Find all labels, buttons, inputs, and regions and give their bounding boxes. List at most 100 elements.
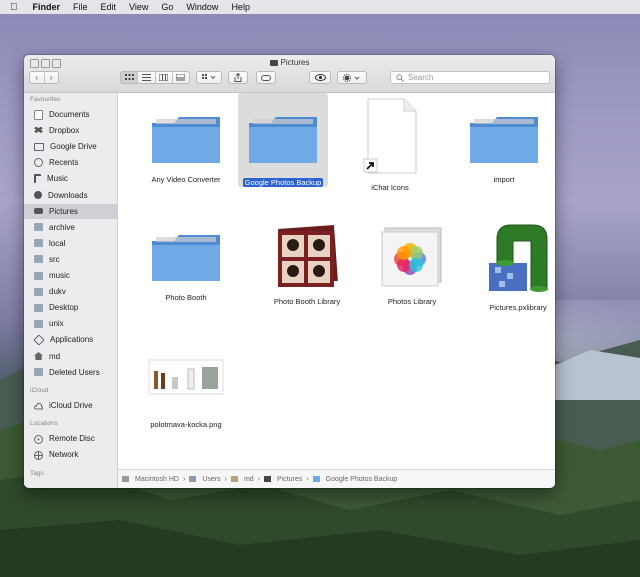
gallery-view-button[interactable] (173, 72, 189, 83)
camera-icon (34, 208, 43, 215)
gear-chevron-icon (343, 73, 360, 82)
menu-help[interactable]: Help (231, 2, 250, 12)
file-item-google-photos-backup[interactable]: Google Photos Backup (229, 111, 337, 190)
sidebar-item-md[interactable]: md (24, 349, 117, 364)
menu-view[interactable]: View (129, 2, 148, 12)
folder-icon (34, 368, 43, 377)
file-item-ichat-icons[interactable]: iChat Icons (336, 97, 444, 192)
sidebar-item-label: music (49, 271, 70, 280)
folder-icon (269, 60, 278, 66)
file-label: polotmava-kocka.png (150, 420, 222, 429)
globe-icon (34, 450, 43, 460)
file-item-pictures-pxlibrary[interactable]: Pictures.pxlibrary (464, 219, 555, 312)
sidebar-item-pictures[interactable]: Pictures (24, 203, 117, 219)
search-placeholder: Search (408, 73, 434, 82)
file-label: import (493, 175, 515, 184)
gallery-icon (176, 74, 186, 81)
sidebar-item-label: archive (49, 222, 75, 232)
sidebar-item-label: Recents (49, 158, 79, 168)
file-item-polotmava-kocka[interactable]: polotmava-kocka.png (132, 359, 240, 429)
search-icon (396, 73, 404, 82)
action-button[interactable] (337, 71, 367, 84)
share-button[interactable] (228, 71, 248, 84)
path-segment[interactable]: Google Photos Backup (312, 476, 397, 483)
sidebar-item-label: Google Drive (50, 142, 97, 152)
sidebar-item-archive[interactable]: archive (24, 220, 117, 235)
tag-icon (261, 74, 271, 81)
sidebar-item-local[interactable]: local (24, 236, 117, 251)
path-segment[interactable]: Macintosh HD (122, 476, 179, 483)
sidebar-item-deleted-users[interactable]: Deleted Users (24, 365, 117, 380)
menu-edit[interactable]: Edit (101, 2, 117, 12)
group-by-button[interactable] (196, 71, 222, 84)
sidebar-item-icloud-drive[interactable]: iCloud Drive (24, 398, 117, 413)
tag-button[interactable] (256, 71, 276, 84)
forward-button[interactable]: › (45, 72, 59, 83)
sidebar-item-unix[interactable]: unix (24, 316, 117, 331)
folder-icon (34, 319, 43, 328)
clock-icon (34, 158, 43, 168)
sidebar-item-src[interactable]: src (24, 252, 117, 267)
quick-look-button[interactable] (309, 71, 331, 84)
folder-icon (470, 117, 538, 163)
menu-file[interactable]: File (73, 2, 88, 12)
sidebar-item-desktop[interactable]: Desktop (24, 300, 117, 315)
file-label[interactable]: Google Photos Backup (242, 178, 324, 187)
folder-icon (189, 476, 197, 482)
path-separator: › (224, 476, 227, 483)
sidebar-item-downloads[interactable]: Downloads (24, 188, 117, 203)
sidebar-item-music[interactable]: music (24, 268, 117, 283)
folder-icon (249, 117, 317, 163)
sidebar-item-label: dukv (49, 287, 66, 297)
sidebar-item-remote-disc[interactable]: Remote Disc (24, 431, 117, 446)
sidebar-item-label: Remote Disc (49, 434, 95, 443)
sidebar-item-google-drive[interactable]: Google Drive (24, 139, 117, 154)
back-button[interactable]: ‹ (30, 72, 45, 83)
menu-window[interactable]: Window (186, 2, 218, 12)
sidebar-item-documents[interactable]: Documents (24, 107, 117, 122)
sidebar-item-label: Desktop (49, 303, 79, 313)
file-item-any-video-converter[interactable]: Any Video Converter (132, 111, 240, 184)
file-label: iChat Icons (371, 183, 409, 192)
list-view-button[interactable] (138, 72, 156, 83)
sidebar-item-label: Music (47, 174, 68, 184)
path-segment[interactable]: md (230, 476, 254, 483)
icon-view-button[interactable] (121, 72, 139, 83)
home-icon (34, 352, 43, 360)
path-segment[interactable]: Users (189, 476, 221, 483)
sidebar-item-dukv[interactable]: dukv (24, 284, 117, 299)
file-item-import[interactable]: import (450, 111, 555, 184)
sidebar-item-network[interactable]: Network (24, 447, 117, 462)
sidebar-item-label: iCloud Drive (49, 401, 93, 410)
sidebar-item-applications[interactable]: Applications (24, 332, 117, 347)
sidebar-item-label: local (49, 238, 66, 248)
menu-go[interactable]: Go (161, 2, 173, 12)
sidebar-item-dropbox[interactable]: Dropbox (24, 123, 117, 138)
sidebar-item-recents[interactable]: Recents (24, 155, 117, 170)
file-item-photos-library[interactable]: Photos Library (358, 225, 466, 306)
group-grid-chevron-icon (202, 74, 216, 80)
file-item-photo-booth-library[interactable]: Photo Booth Library (253, 225, 361, 306)
list-icon (141, 74, 151, 81)
sidebar-item-music[interactable]: Music (24, 171, 117, 186)
grid-icon (124, 74, 134, 80)
app-menu-finder[interactable]: Finder (33, 2, 61, 12)
image-thumbnail-icon (148, 359, 224, 395)
document-icon (34, 109, 43, 120)
sidebar-item-label: Documents (49, 110, 90, 119)
icloud-header: iCloud (30, 387, 49, 394)
favourites-header: Favourites (30, 96, 61, 103)
apple-menu-icon[interactable]:  (10, 2, 18, 13)
folder-icon (34, 255, 43, 264)
folder-icon (312, 476, 320, 482)
folder-icon (34, 287, 43, 296)
sidebar-item-label: Network (49, 450, 79, 459)
search-field[interactable]: Search (390, 71, 550, 84)
tags-header: Tags (30, 470, 44, 477)
column-view-button[interactable] (156, 72, 173, 83)
document-alias-icon (363, 98, 417, 174)
finder-window: Pictures ‹ › Search Favourites iCloud iC… (24, 55, 555, 488)
eye-icon (314, 74, 326, 81)
file-item-photo-booth[interactable]: Photo Booth (132, 229, 240, 302)
path-segment[interactable]: Pictures (264, 476, 302, 483)
